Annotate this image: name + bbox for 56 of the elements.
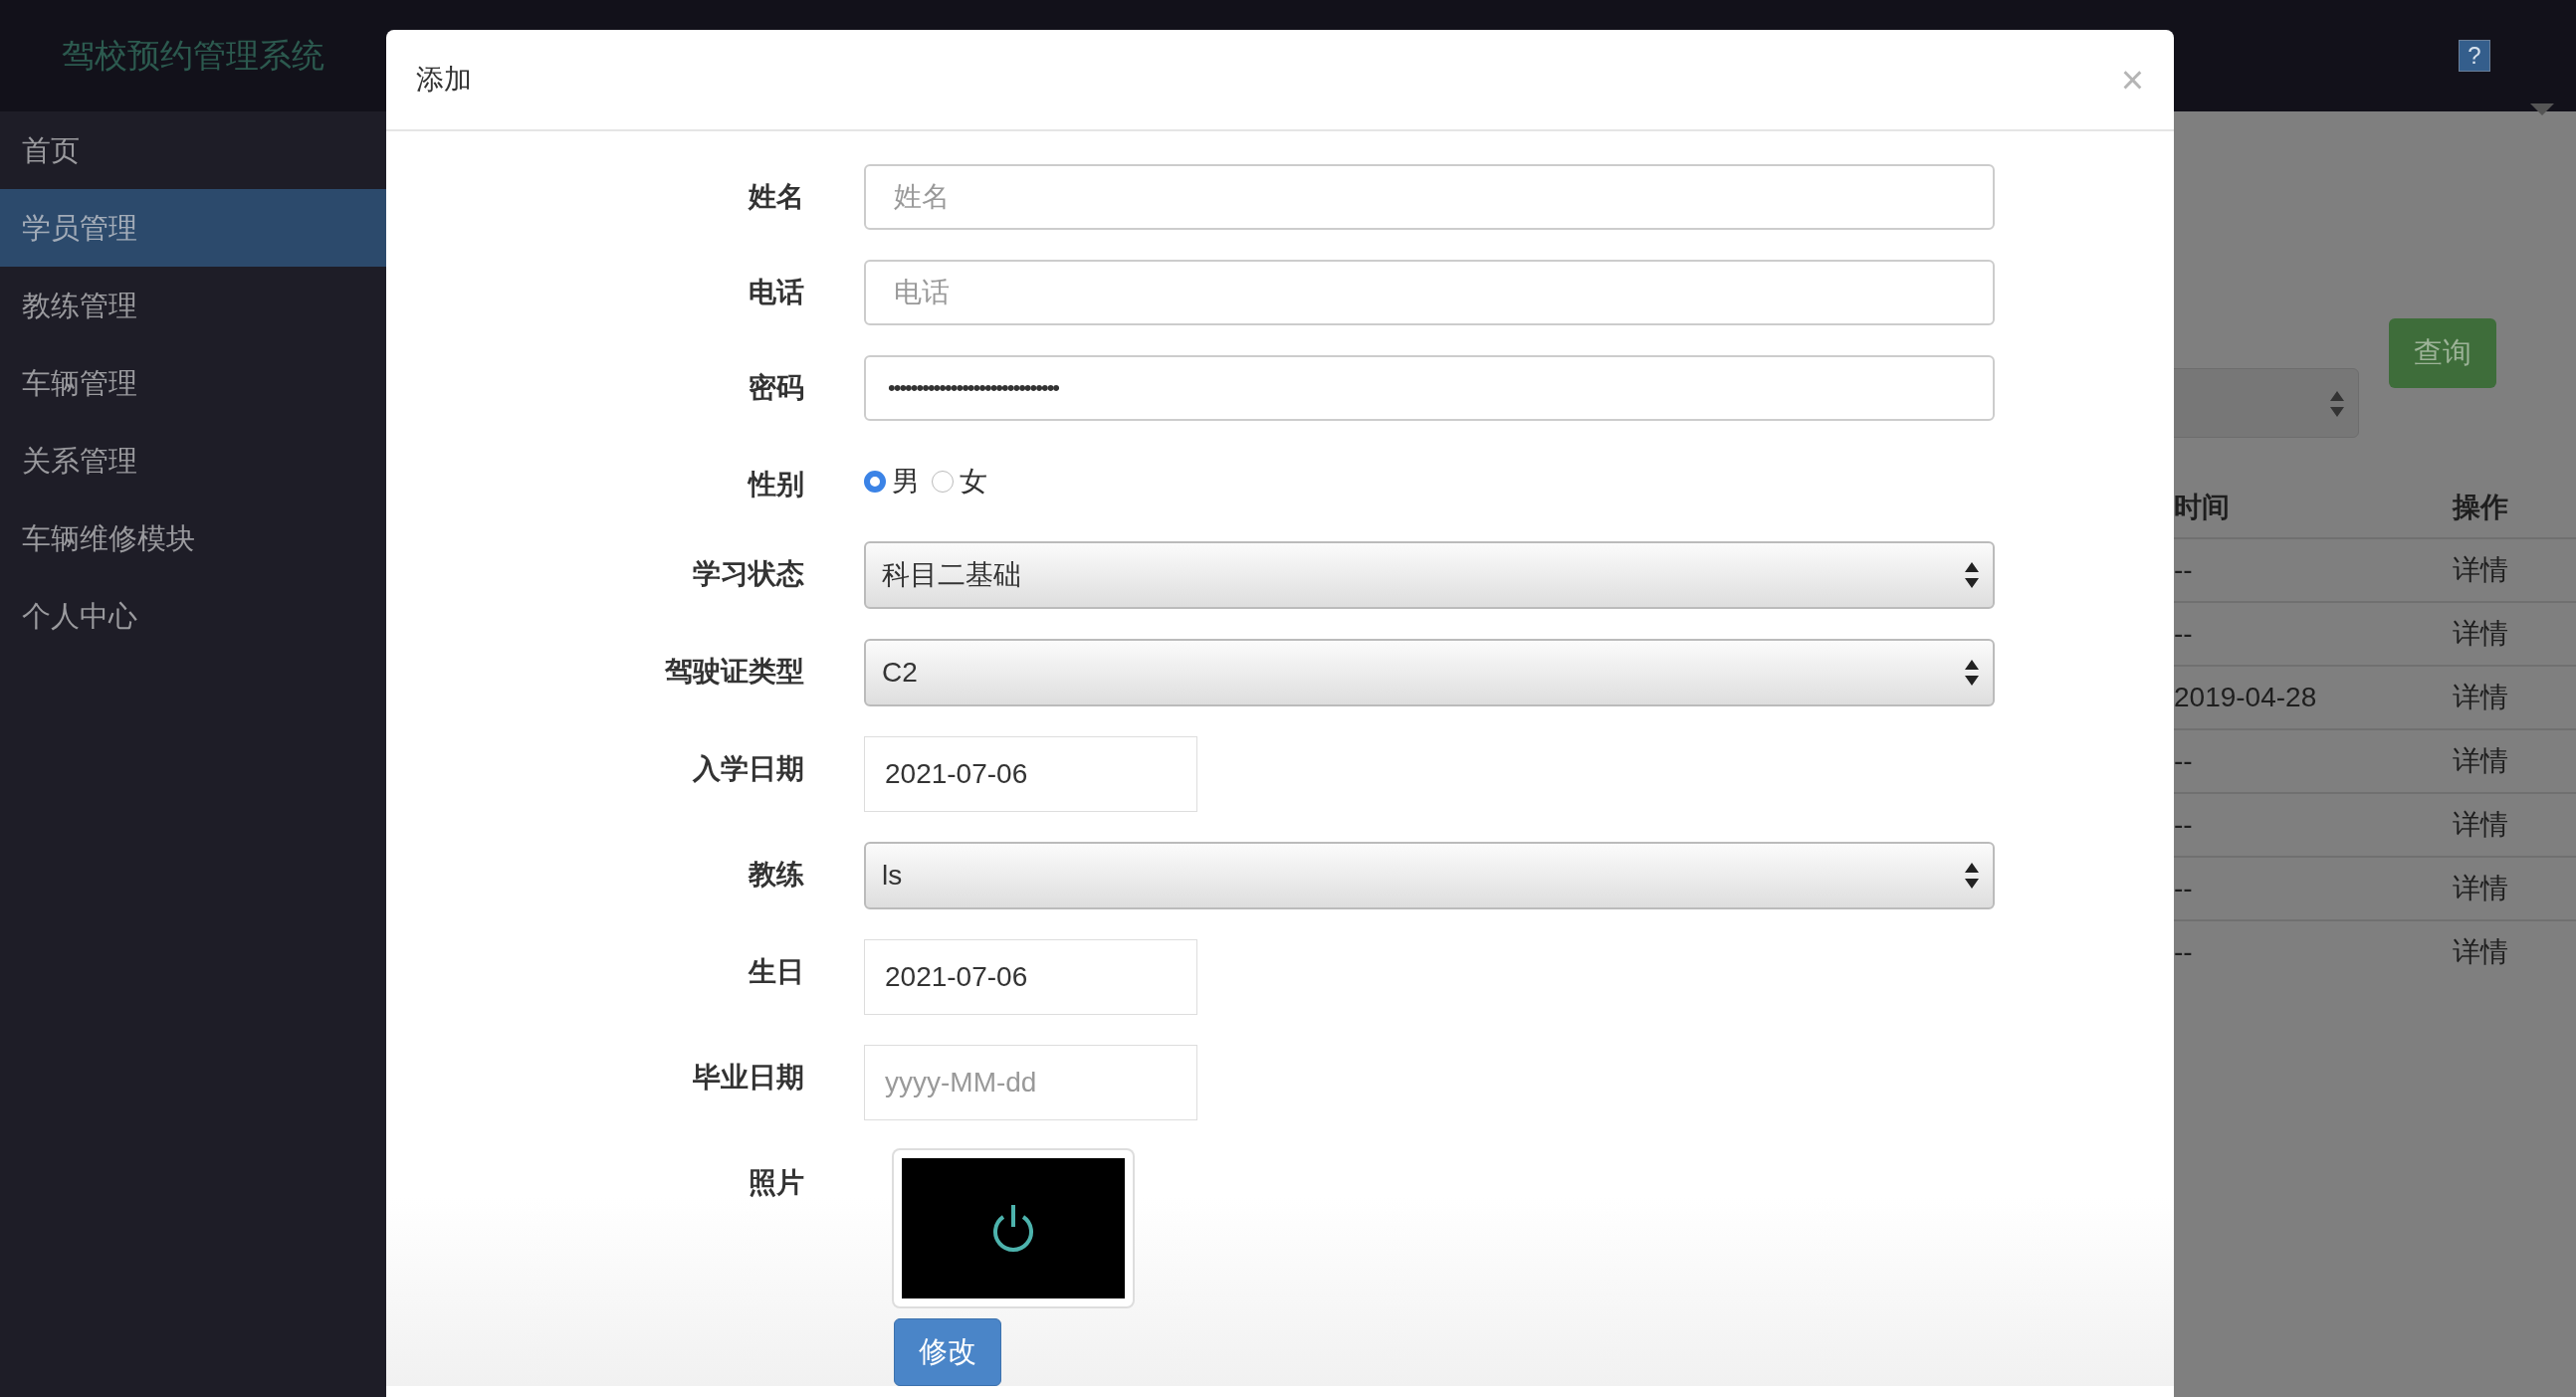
dropdown-field[interactable]: ls [864, 842, 1995, 909]
sidebar-item[interactable]: 首页 [0, 111, 386, 189]
details-link[interactable]: 详情 [2453, 551, 2576, 589]
sidebar-item[interactable]: 个人中心 [0, 577, 386, 655]
radio-label: 男 [892, 465, 920, 499]
password-field[interactable]: •••••••••••••••••••••••••••••• [864, 355, 1995, 421]
date-field[interactable]: 2021-07-06 [864, 736, 1197, 812]
field-label: 驾驶证类型 [664, 655, 804, 689]
details-link[interactable]: 详情 [2453, 870, 2576, 907]
caret-icon[interactable] [2530, 103, 2554, 115]
sidebar-item[interactable]: 学员管理 [0, 189, 386, 267]
details-link[interactable]: 详情 [2453, 615, 2576, 653]
column-header: 时间 [2174, 491, 2231, 524]
field-label: 姓名 [747, 180, 804, 214]
input-field[interactable]: 姓名 [864, 164, 1995, 230]
sidebar-item[interactable]: 关系管理 [0, 422, 386, 499]
sidebar-item[interactable]: 车辆维修模块 [0, 499, 386, 577]
input-field[interactable]: 电话 [864, 260, 1995, 325]
field-label: 密码 [748, 371, 804, 405]
dialog-title: 添加 [416, 63, 472, 97]
help-button[interactable]: ? [2459, 40, 2490, 72]
sort-arrows-icon [2330, 391, 2344, 417]
sort-arrows-icon [1965, 562, 1979, 588]
field-label: 入学日期 [691, 752, 804, 786]
table-cell-text: -- [2174, 618, 2194, 650]
field-label: 生日 [747, 955, 804, 989]
edit-button[interactable]: 修改 [894, 1318, 1001, 1386]
dropdown-field[interactable]: C2 [864, 639, 1995, 706]
field-label: 性别 [747, 468, 804, 501]
date-field[interactable]: yyyy-MM-dd [864, 1045, 1197, 1120]
table-cell-text: -- [2174, 873, 2194, 904]
field-label: 教练 [747, 858, 804, 892]
sidebar-item[interactable]: 车辆管理 [0, 344, 386, 422]
date-field[interactable]: 2021-07-06 [864, 939, 1197, 1015]
app-title: 驾校预约管理系统 [61, 35, 325, 76]
field-label: 毕业日期 [692, 1061, 804, 1095]
column-header: 操作 [2453, 491, 2509, 524]
radio-label: 女 [960, 465, 987, 499]
sort-arrows-icon [1965, 660, 1979, 686]
details-link[interactable]: 详情 [2453, 933, 2576, 971]
field-label: 学习状态 [692, 557, 804, 591]
table-cell-text: 2019-04-28 [2174, 682, 2318, 713]
table-cell-text: -- [2174, 936, 2194, 968]
table-cell-text: -- [2174, 745, 2194, 777]
field-label: 电话 [748, 276, 804, 309]
details-link[interactable]: 详情 [2453, 806, 2576, 844]
field-label: 照片 [748, 1166, 804, 1200]
dropdown-field[interactable]: 科目二基础 [864, 541, 1995, 609]
radio-button[interactable] [864, 471, 886, 493]
sort-arrows-icon [1965, 863, 1979, 889]
sidebar-item[interactable]: 教练管理 [0, 267, 386, 344]
details-link[interactable]: 详情 [2453, 742, 2576, 780]
radio-button[interactable] [932, 471, 954, 493]
details-link[interactable]: 详情 [2453, 679, 2576, 716]
table-cell-text: -- [2174, 809, 2194, 841]
table-cell-text: -- [2174, 554, 2194, 586]
